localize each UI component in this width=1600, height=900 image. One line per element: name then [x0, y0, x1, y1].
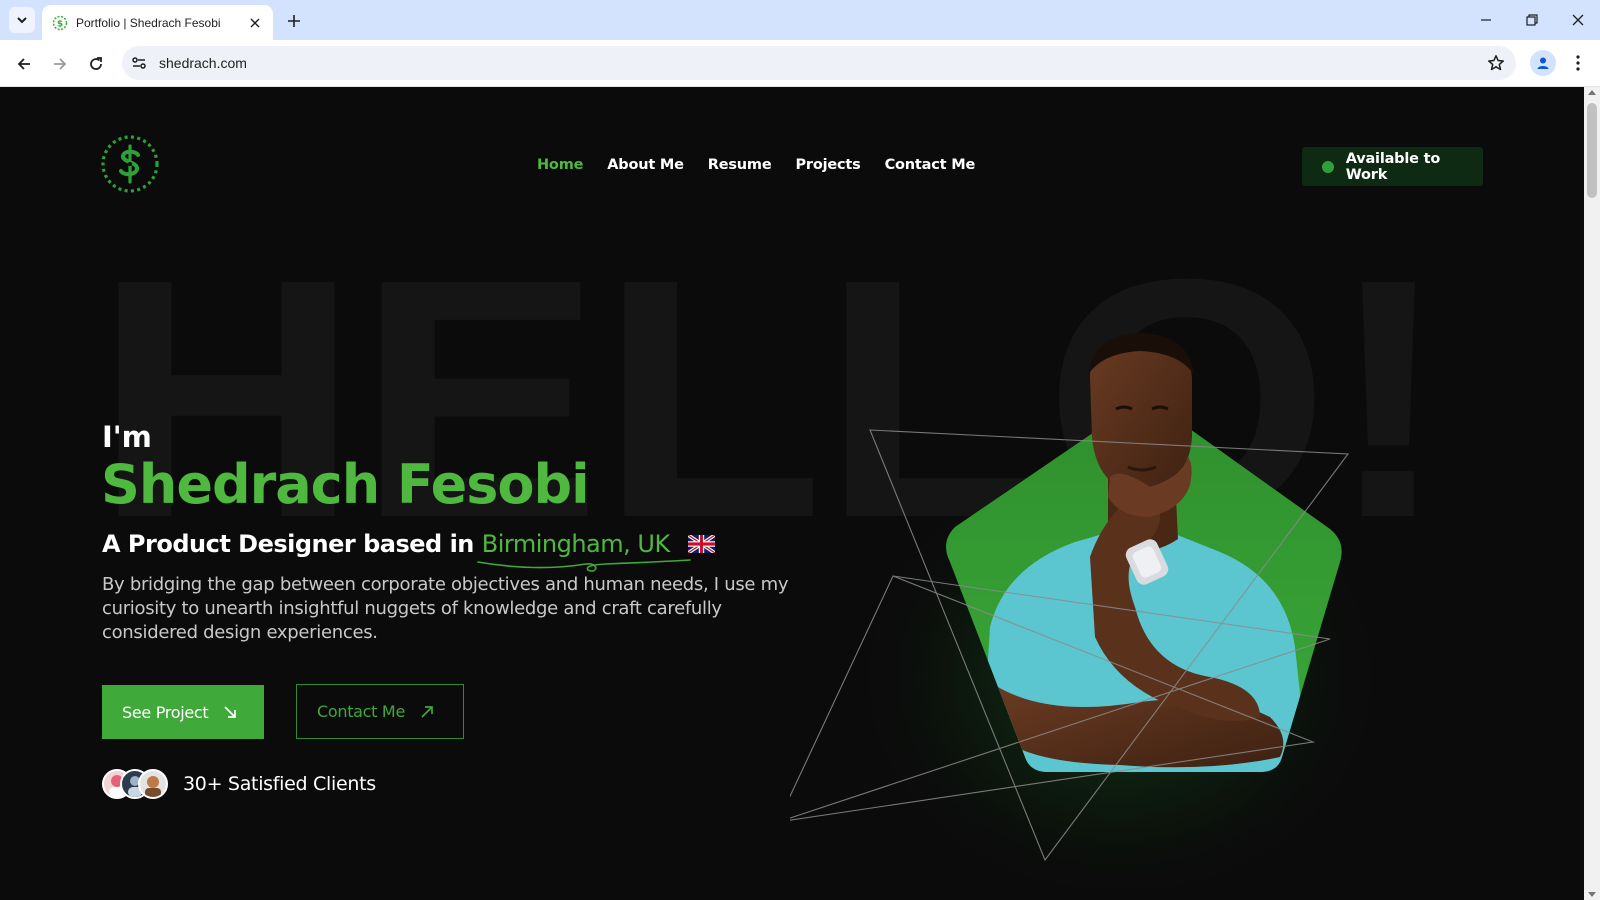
hero-name-heading: Shedrach Fesobi: [101, 453, 590, 516]
browser-toolbar: shedrach.com: [0, 40, 1600, 87]
chevron-down-icon: [17, 17, 27, 24]
nav-resume[interactable]: Resume: [708, 157, 772, 173]
plus-icon: [288, 15, 300, 27]
arrow-up-right-icon: [421, 705, 433, 718]
site-favicon-icon: $: [52, 15, 68, 30]
minimize-icon: [1481, 19, 1491, 21]
back-button[interactable]: [12, 52, 36, 76]
satisfied-clients: 30+ Satisfied Clients: [102, 767, 376, 801]
page-viewport: HELLO! Home About Me Resume Projects Con…: [0, 87, 1584, 900]
role-prefix: A Product Designer based in: [102, 530, 474, 558]
hero-portrait-graphic: [790, 333, 1390, 900]
status-dot-icon: [1322, 160, 1334, 173]
minimize-button[interactable]: [1474, 10, 1498, 30]
close-icon[interactable]: [247, 15, 263, 31]
reload-icon: [90, 57, 102, 70]
location-text: Birmingham, UK: [481, 530, 670, 558]
arrow-right-icon: [54, 58, 67, 70]
new-tab-button[interactable]: [283, 10, 305, 32]
uk-flag-icon: [687, 535, 715, 553]
restore-icon: [1526, 14, 1538, 26]
nav-about-me[interactable]: About Me: [607, 157, 684, 173]
site-info-icon[interactable]: [130, 54, 148, 72]
main-navigation: Home About Me Resume Projects Contact Me: [537, 157, 975, 173]
address-bar[interactable]: shedrach.com: [122, 46, 1516, 80]
browser-tab-strip: $ Portfolio | Shedrach Fesobi: [0, 0, 1600, 40]
location-wrapper: Birmingham, UK: [476, 530, 691, 572]
svg-text:$: $: [57, 19, 63, 29]
url-text[interactable]: shedrach.com: [159, 55, 247, 71]
restore-button[interactable]: [1520, 10, 1544, 30]
browser-menu-button[interactable]: [1566, 51, 1590, 75]
bookmark-star-icon[interactable]: [1486, 53, 1506, 73]
available-to-work-button[interactable]: Available to Work: [1302, 147, 1483, 186]
squiggle-underline-icon: [476, 559, 691, 572]
arrow-down-right-icon: [224, 706, 237, 718]
reload-button[interactable]: [84, 52, 108, 76]
arrow-left-icon: [17, 58, 30, 70]
page-scrollbar[interactable]: [1584, 87, 1600, 900]
scrollbar-thumb[interactable]: [1587, 103, 1597, 198]
availability-label: Available to Work: [1345, 150, 1441, 183]
tab-search-button[interactable]: [9, 7, 35, 33]
scroll-up-arrow-icon[interactable]: [1588, 90, 1596, 95]
profile-avatar-button[interactable]: [1530, 50, 1556, 76]
contact-me-label: Contact Me: [317, 702, 405, 721]
client-avatars: [102, 767, 172, 801]
role-heading: A Product Designer based in Birmingham, …: [102, 530, 715, 572]
tab-title: Portfolio | Shedrach Fesobi: [76, 15, 221, 30]
hero-description: By bridging the gap between corporate ob…: [102, 574, 789, 643]
close-icon: [1572, 14, 1584, 26]
nav-contact-me[interactable]: Contact Me: [885, 157, 976, 173]
more-vertical-icon: [1576, 55, 1580, 71]
scroll-down-arrow-icon[interactable]: [1588, 892, 1596, 897]
see-project-label: See Project: [122, 702, 209, 722]
forward-button[interactable]: [48, 52, 72, 76]
intro-text: I'm: [102, 420, 152, 454]
contact-me-button[interactable]: Contact Me: [296, 684, 464, 739]
person-icon: [1537, 57, 1549, 69]
window-close-button[interactable]: [1566, 10, 1590, 30]
nav-home[interactable]: Home: [537, 157, 583, 173]
clients-count-text: 30+ Satisfied Clients: [183, 773, 376, 795]
nav-projects[interactable]: Projects: [795, 157, 860, 173]
dollar-sign-logo-icon[interactable]: [100, 134, 160, 194]
see-project-button[interactable]: See Project: [102, 685, 264, 739]
avatar: [138, 769, 168, 799]
browser-tab-active[interactable]: $ Portfolio | Shedrach Fesobi: [42, 5, 273, 40]
